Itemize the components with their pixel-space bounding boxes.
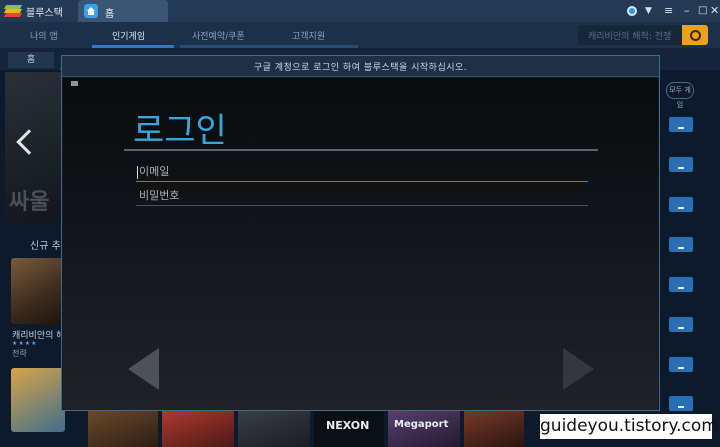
download-button[interactable] — [669, 357, 693, 372]
megaport-label: Megaport — [394, 419, 449, 430]
nav-popular-games[interactable]: 인기게임 — [112, 29, 145, 42]
game-tile[interactable] — [464, 410, 524, 447]
subnav-home-tab[interactable]: 홈 — [8, 52, 54, 68]
section-title: 신규 추 — [30, 241, 61, 252]
title-bar: 블루스택 홈 ▼ ≡ – □ ✕ — [0, 0, 720, 22]
dialog-header: 구글 계정으로 로그인 하여 블루스택을 시작하십시오. — [62, 56, 659, 77]
game-tile[interactable] — [238, 410, 310, 447]
keyboard-icon — [71, 81, 78, 86]
nav-support[interactable]: 고객지원 — [292, 29, 325, 42]
notification-icon[interactable] — [627, 6, 637, 16]
game-thumbnail-2[interactable] — [11, 368, 65, 432]
minimize-icon[interactable]: – — [684, 4, 690, 18]
login-title: 로그인 — [133, 111, 227, 151]
text-cursor — [137, 166, 138, 179]
close-icon[interactable]: ✕ — [710, 4, 719, 18]
banner-text: 싸울 — [9, 190, 50, 215]
download-button[interactable] — [669, 237, 693, 252]
login-dialog: 구글 계정으로 로그인 하여 블루스택을 시작하십시오. 로그인 이메일 비밀번… — [61, 55, 660, 411]
email-field[interactable]: 이메일 — [136, 164, 588, 182]
nexon-label: NEXON — [326, 419, 370, 432]
download-button[interactable] — [669, 277, 693, 292]
home-tab[interactable]: 홈 — [78, 0, 168, 22]
home-icon — [84, 4, 98, 18]
game-tile[interactable] — [88, 410, 158, 447]
download-button[interactable] — [669, 117, 693, 132]
download-button[interactable] — [669, 197, 693, 212]
search-input[interactable]: 캐리비안의 해적: 전쟁 — [588, 29, 671, 42]
nav-preregister-coupons[interactable]: 사전예약/쿠폰 — [192, 29, 245, 42]
all-games-button[interactable]: 모두 게임 — [666, 82, 694, 109]
watermark: guideyou.tistory.com — [540, 414, 718, 439]
app-title: 블루스택 — [26, 8, 63, 19]
next-arrow-icon[interactable] — [563, 348, 594, 390]
title-divider — [124, 149, 598, 151]
wifi-icon[interactable]: ▼ — [645, 4, 652, 18]
maximize-icon[interactable]: □ — [698, 4, 707, 18]
game-genre: 전략 — [12, 349, 27, 358]
search-bar[interactable]: 캐리비안의 해적: 전쟁 — [578, 25, 708, 45]
game-thumbnail[interactable] — [11, 258, 65, 324]
download-button[interactable] — [669, 317, 693, 332]
bluestacks-logo-icon — [3, 5, 23, 17]
back-arrow-icon[interactable] — [128, 348, 159, 390]
password-field[interactable]: 비밀번호 — [136, 188, 588, 206]
dialog-message: 구글 계정으로 로그인 하여 블루스택을 시작하십시오. — [253, 63, 468, 73]
star-rating: ★★★★ — [12, 340, 38, 347]
menu-icon[interactable]: ≡ — [664, 4, 673, 18]
home-tab-label: 홈 — [105, 9, 115, 20]
search-icon[interactable] — [682, 25, 708, 45]
game-tile[interactable] — [162, 410, 234, 447]
download-button[interactable] — [669, 396, 693, 411]
download-button[interactable] — [669, 157, 693, 172]
android-login-screen: 로그인 이메일 비밀번호 — [63, 78, 658, 410]
nav-my-apps[interactable]: 나의 앱 — [30, 29, 58, 42]
